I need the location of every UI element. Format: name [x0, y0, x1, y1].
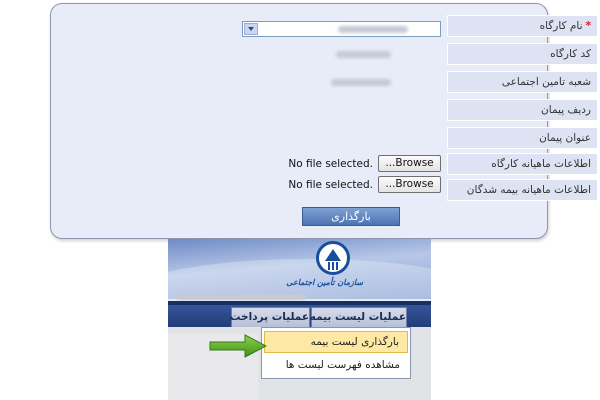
branch-value-blurred — [331, 79, 391, 86]
upload-button[interactable]: بارگذاری — [302, 207, 400, 226]
file-status-workshop: No file selected. — [288, 158, 373, 170]
app-header-banner: سازمان تأمین اجتماعی — [168, 239, 431, 329]
label-workshop-code: کد کارگاه — [447, 43, 597, 65]
label-contract-row: ردیف پیمان — [447, 99, 597, 121]
browse-button-workshop[interactable]: ...Browse — [378, 155, 441, 172]
arrow-right-icon — [209, 334, 267, 358]
menu-bar-top-strip — [168, 301, 431, 305]
header-faded-text — [176, 294, 306, 300]
browse-button-insured[interactable]: ...Browse — [378, 176, 441, 193]
menu-item-upload-insurance-list[interactable]: بارگذاری لیست بیمه — [264, 331, 408, 353]
label-workshop-name: *نام کارگاه — [447, 15, 597, 37]
main-menu-bar: عملیات لیست بیمه عملیات پرداخت — [168, 301, 431, 327]
required-marker: * — [585, 20, 592, 32]
workshop-select[interactable] — [242, 21, 441, 37]
workshop-code-value-blurred — [336, 51, 391, 58]
menu-item-view-list-index[interactable]: مشاهده فهرست لیست ها — [264, 355, 408, 377]
social-security-logo-icon — [316, 241, 350, 275]
insurance-list-dropdown-menu: بارگذاری لیست بیمه مشاهده فهرست لیست ها — [261, 327, 411, 379]
label-branch: شعبه تامین اجتماعی — [447, 71, 597, 93]
chevron-down-icon[interactable] — [244, 23, 258, 35]
app-window: سازمان تأمین اجتماعی عملیات لیست بیمه عم… — [168, 239, 431, 400]
workshop-select-value-blurred — [338, 26, 408, 33]
label-insured-monthly: اطلاعات ماهیانه بیمه شدگان — [447, 179, 597, 201]
tab-insurance-list-operations[interactable]: عملیات لیست بیمه — [310, 307, 407, 327]
tab-payment-operations[interactable]: عملیات پرداخت — [230, 307, 310, 327]
logo-columns-shape — [328, 262, 338, 270]
label-workshop-monthly: اطلاعات ماهیانه کارگاه — [447, 153, 597, 175]
logo-roof-shape — [325, 249, 341, 261]
upload-form-panel: *نام کارگاه کد کارگاه شعبه تامین اجتماعی… — [50, 3, 597, 239]
label-contract-title: عنوان پیمان — [447, 127, 597, 149]
file-status-insured: No file selected. — [288, 179, 373, 191]
logo-text: سازمان تأمین اجتماعی — [286, 278, 363, 287]
